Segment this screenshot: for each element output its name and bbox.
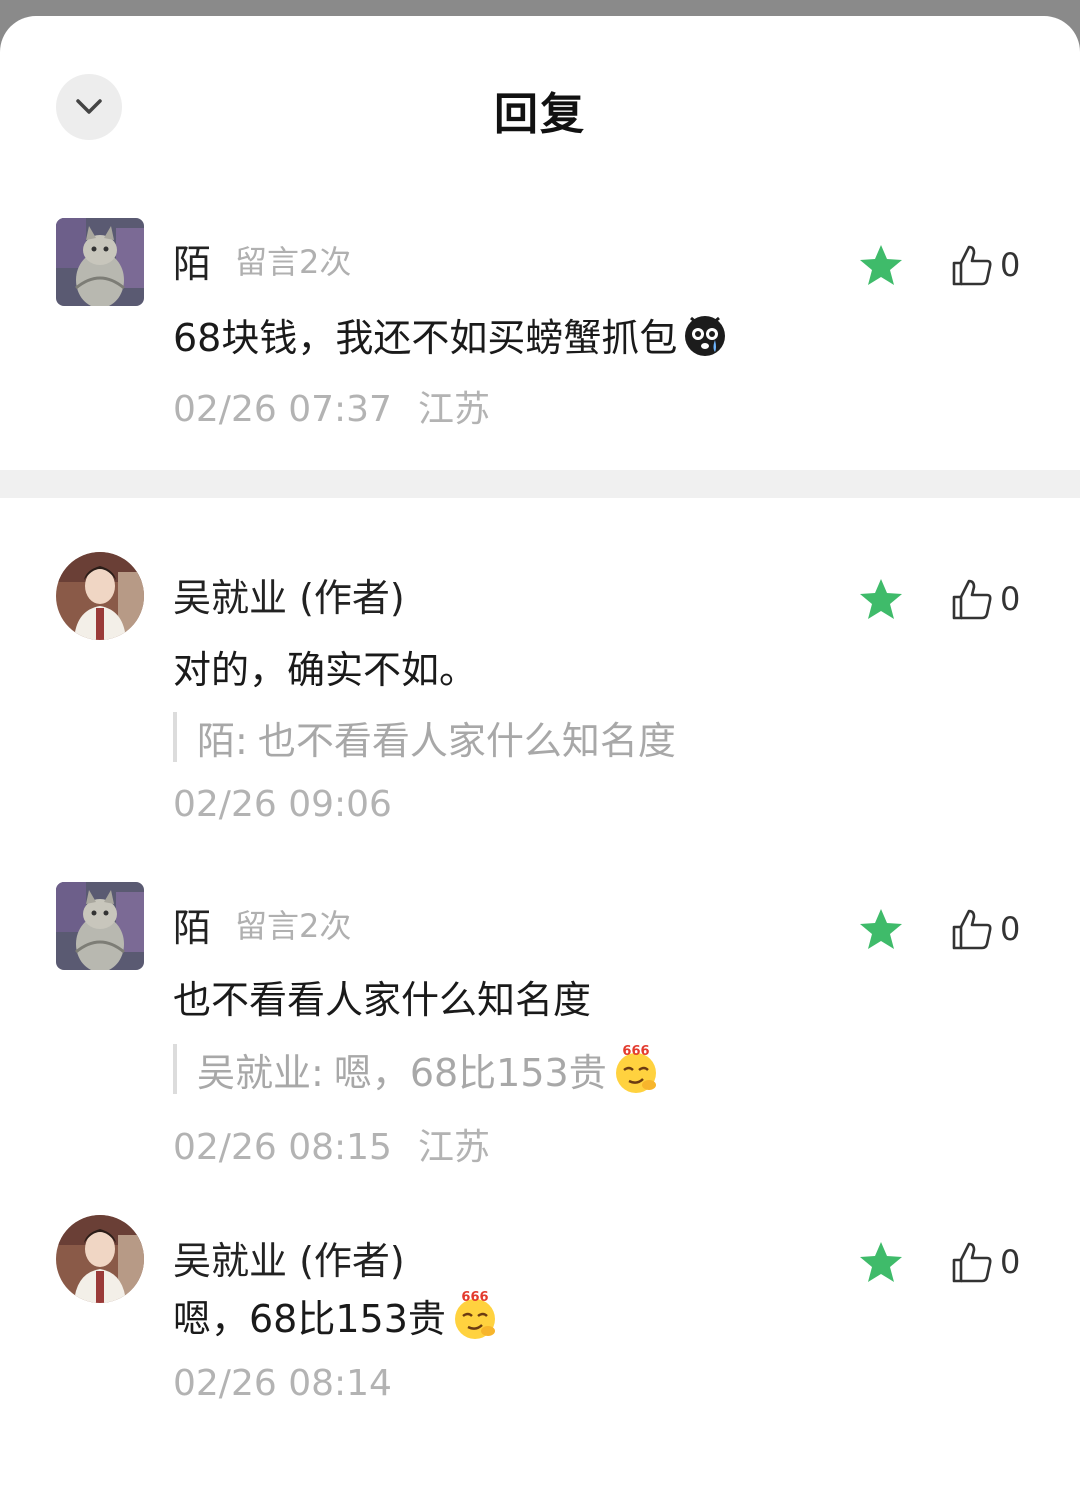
- comment-text-content: 嗯，68比153贵: [173, 1296, 446, 1341]
- timestamp: 02/26 09:06: [173, 784, 392, 825]
- avatar[interactable]: [56, 882, 144, 970]
- avatar[interactable]: [56, 218, 144, 306]
- avatar[interactable]: [56, 552, 144, 640]
- location: 江苏: [417, 389, 490, 430]
- quoted-reply: 吴就业: 嗯，68比153贵 666: [173, 1044, 661, 1095]
- top-comment: 陌 留言2次 68块钱，我还不如买螃蟹抓包 02/26 07:37 江苏 0: [0, 218, 1080, 438]
- comment-time: 02/26 08:14: [173, 1363, 392, 1404]
- quote-author: 吴就业:: [197, 1050, 324, 1095]
- like-button[interactable]: 0: [950, 906, 1020, 952]
- emoji-badge-text: 666: [461, 1290, 488, 1305]
- quote-text: 嗯，68比153贵: [333, 1050, 607, 1095]
- timestamp: 02/26 08:15: [173, 1127, 392, 1168]
- reply-item: 陌 留言2次 也不看看人家什么知名度 吴就业: 嗯，68比153贵 666 02…: [0, 882, 1080, 1168]
- comment-count-badge: 留言2次: [235, 243, 352, 281]
- timestamp: 02/26 08:14: [173, 1363, 392, 1404]
- star-icon[interactable]: [858, 906, 904, 952]
- comment-count-badge: 留言2次: [235, 907, 352, 945]
- like-button[interactable]: 0: [950, 576, 1020, 622]
- like-count: 0: [1000, 910, 1021, 948]
- author-name[interactable]: 陌: [173, 233, 211, 288]
- author-name[interactable]: 吴就业 (作者): [173, 567, 405, 622]
- author-name[interactable]: 吴就业 (作者): [173, 1230, 405, 1285]
- reply-item: 吴就业 (作者) 嗯，68比153贵 666 02/26 08:14 0: [0, 1215, 1080, 1415]
- thumbs-up-icon: [952, 909, 992, 950]
- comment-time: 02/26 08:15 江苏: [173, 1118, 490, 1170]
- comment-text-content: 68块钱，我还不如买螃蟹抓包: [173, 315, 678, 360]
- like-count: 0: [1000, 1243, 1021, 1281]
- like-count: 0: [1000, 246, 1021, 284]
- smug-face-666-icon: 666: [454, 1290, 495, 1339]
- quote-author: 陌:: [197, 718, 248, 763]
- emoji-badge-text: 666: [622, 1044, 649, 1059]
- section-divider: [0, 470, 1080, 498]
- reply-sheet: 回复 陌 留言2次 68块钱，我还不如买螃蟹抓包 02/26 07:37 江苏 …: [0, 16, 1080, 1506]
- author-name[interactable]: 陌: [173, 897, 211, 952]
- smug-face-666-icon: 666: [615, 1044, 656, 1093]
- sheet-header: 回复: [0, 16, 1080, 196]
- like-button[interactable]: 0: [950, 242, 1020, 288]
- comment-time: 02/26 07:37 江苏: [173, 380, 490, 432]
- star-icon[interactable]: [858, 242, 904, 288]
- thumbs-up-icon: [952, 579, 992, 620]
- comment-time: 02/26 09:06: [173, 784, 392, 825]
- thumbs-up-icon: [952, 245, 992, 286]
- quote-text: 也不看看人家什么知名度: [257, 718, 676, 763]
- comment-text: 嗯，68比153贵 666: [173, 1287, 500, 1343]
- quoted-reply: 陌: 也不看看人家什么知名度: [173, 712, 676, 763]
- star-icon[interactable]: [858, 576, 904, 622]
- star-icon[interactable]: [858, 1239, 904, 1285]
- reply-item: 吴就业 (作者) 对的，确实不如。 陌: 也不看看人家什么知名度 02/26 0…: [0, 552, 1080, 832]
- like-count: 0: [1000, 580, 1021, 618]
- like-button[interactable]: 0: [950, 1239, 1020, 1285]
- comment-text: 也不看看人家什么知名度: [173, 977, 592, 1022]
- comment-text: 68块钱，我还不如买螃蟹抓包: [173, 308, 729, 360]
- crying-face-icon: [685, 316, 726, 356]
- avatar[interactable]: [56, 1215, 144, 1303]
- location: 江苏: [417, 1127, 490, 1168]
- comment-text: 对的，确实不如。: [173, 647, 478, 692]
- thumbs-up-icon: [952, 1242, 992, 1283]
- timestamp: 02/26 07:37: [173, 389, 392, 430]
- page-title: 回复: [494, 89, 586, 140]
